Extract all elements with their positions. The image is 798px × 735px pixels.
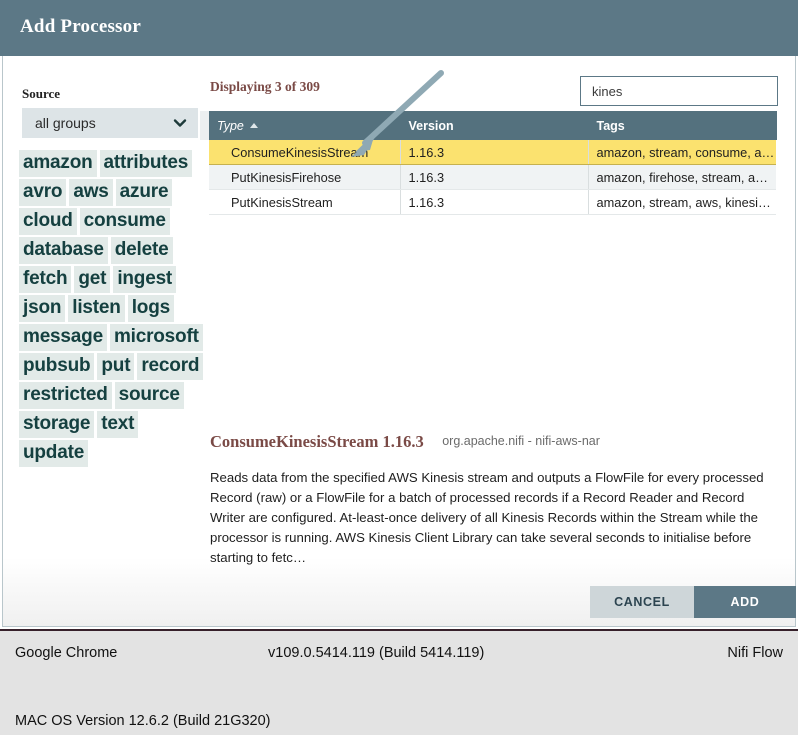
column-header-tags[interactable]: Tags [588,111,777,140]
tag-chip[interactable]: azure [115,179,173,206]
cell-version: 1.16.3 [400,164,589,190]
tag-chip[interactable]: restricted [19,382,112,409]
info-row-os: MAC OS Version 12.6.2 (Build 21G320) [0,713,798,735]
cancel-button[interactable]: CANCEL [590,586,694,618]
tag-chip[interactable]: listen [68,295,125,322]
tag-chip[interactable]: update [19,440,89,467]
column-header-type-label: Type [217,118,244,133]
results-count: Displaying 3 of 309 [210,79,320,94]
tag-chip[interactable]: database [19,237,108,264]
tag-chip[interactable]: put [97,353,135,380]
tag-chip[interactable]: ingest [113,266,177,293]
tag-chip[interactable]: delete [110,237,173,264]
tag-chip[interactable]: pubsub [19,353,95,380]
tag-chip[interactable]: json [19,295,66,322]
detail-title: ConsumeKinesisStream 1.16.3 [210,432,424,451]
cell-tags: amazon, stream, aws, kinesis, p… [588,189,776,215]
column-header-tags-label: Tags [596,118,625,133]
tag-chip[interactable]: attributes [99,150,193,177]
add-processor-dialog: Add Processor Source all groups amazon at… [0,0,798,629]
tag-chip[interactable]: avro [19,179,67,206]
info-browser-name: Google Chrome [15,645,118,661]
processor-detail-panel: ConsumeKinesisStream 1.16.3 org.apache.n… [210,432,780,568]
tag-chip[interactable]: microsoft [109,324,203,351]
dialog-title: Add Processor [20,16,141,37]
chevron-down-icon [173,116,187,130]
processor-filter-box[interactable] [580,76,778,106]
detail-bundle: org.apache.nifi - nifi-aws-nar [442,434,600,448]
info-row-browser: Google Chrome v109.0.5414.119 (Build 541… [0,645,798,667]
tag-chip[interactable]: logs [127,295,174,322]
processor-filter-input[interactable] [581,77,777,105]
tag-chip[interactable]: text [97,411,139,438]
column-header-version-label: Version [408,118,454,133]
cell-type: PutKinesisFirehose [209,164,401,190]
detail-description: Reads data from the specified AWS Kinesi… [210,470,764,565]
table-header-left-cap [200,111,209,140]
tag-chip[interactable]: fetch [19,266,72,293]
sort-ascending-icon [249,122,258,128]
processor-results-table: Type Version Tags ConsumeKinesisStream 1.… [200,111,777,215]
source-group-selected-value: all groups [35,115,96,131]
table-header-row: Type Version Tags [209,111,777,140]
tag-chip[interactable]: amazon [19,150,97,177]
table-row[interactable]: PutKinesisStream 1.16.3 amazon, stream, aw… [209,189,776,215]
cell-tags: amazon, firehose, stream, aws, … [588,164,776,190]
source-label: Source [22,86,61,101]
tag-cloud: amazon attributes avro aws azure cloud consume… [19,150,211,469]
table-row[interactable]: ConsumeKinesisStream 1.16.3 amazon, stream… [209,140,776,165]
dialog-button-row: CANCEL ADD [590,586,796,618]
column-header-type[interactable]: Type [209,111,401,140]
cell-version: 1.16.3 [400,140,589,165]
info-app-name: Nifi Flow [727,645,783,661]
cell-type: PutKinesisStream [209,189,401,215]
info-os-version: MAC OS Version 12.6.2 (Build 21G320) [15,713,271,729]
add-button[interactable]: ADD [694,586,796,618]
source-group-select[interactable]: all groups [22,108,198,138]
tag-chip[interactable]: consume [79,208,170,235]
table-row[interactable]: PutKinesisFirehose 1.16.3 amazon, firehose… [209,164,776,190]
environment-info-bar: Google Chrome v109.0.5414.119 (Build 541… [0,629,798,729]
info-browser-version: v109.0.5414.119 (Build 5414.119) [268,645,485,661]
tag-chip[interactable]: aws [69,179,113,206]
tag-chip[interactable]: record [137,353,204,380]
tag-chip[interactable]: source [114,382,184,409]
cell-type: ConsumeKinesisStream [209,140,401,165]
cell-tags: amazon, stream, consume, aws… [588,140,776,165]
tag-chip[interactable]: storage [19,411,95,438]
column-header-version[interactable]: Version [400,111,589,140]
tag-chip[interactable]: message [19,324,107,351]
cell-version: 1.16.3 [400,189,589,215]
tag-chip[interactable]: get [74,266,111,293]
dialog-titlebar: Add Processor [0,0,798,56]
tag-chip[interactable]: cloud [19,208,77,235]
